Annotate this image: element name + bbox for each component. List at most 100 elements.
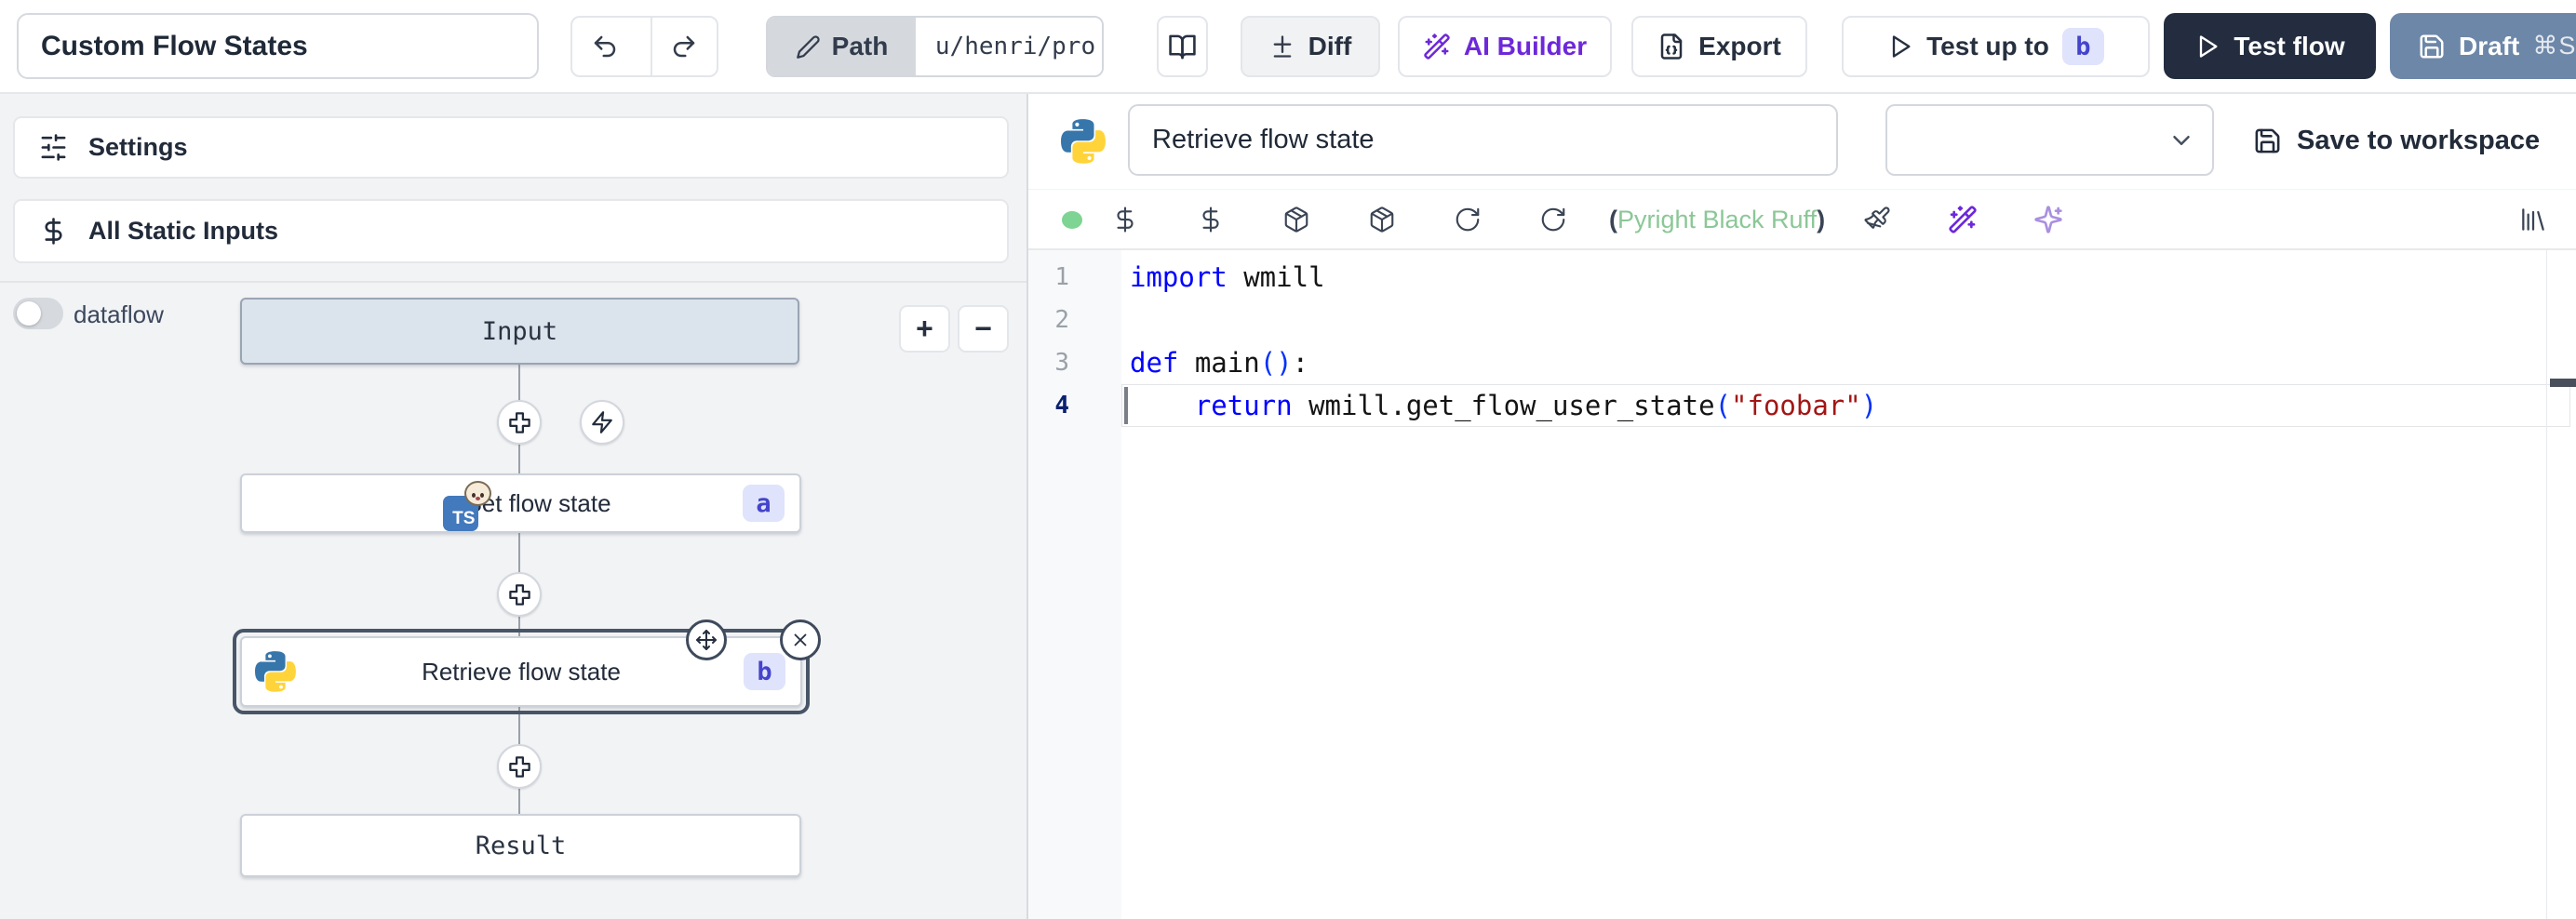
line-number: 2 (1028, 299, 1121, 341)
plus-icon (507, 582, 532, 607)
line-number: 3 (1028, 341, 1121, 384)
diff-button[interactable]: Diff (1241, 16, 1380, 77)
resources-button[interactable] (1168, 206, 1254, 233)
overview-ruler-cursor-marker (2550, 379, 2576, 387)
insert-step-button[interactable] (497, 744, 542, 789)
path-group: Path u/henri/pro (766, 16, 1104, 77)
chevron-down-icon (2167, 127, 2195, 154)
test-flow-button[interactable]: Test flow (2164, 13, 2376, 79)
save-to-workspace-label: Save to workspace (2297, 126, 2540, 156)
bun-icon (464, 481, 491, 506)
graph-zoom-out-button[interactable]: − (958, 305, 1009, 353)
reload-button[interactable] (1425, 206, 1510, 233)
editor-toolbar: (Pyright Black Ruff) (1028, 190, 2576, 249)
sliders-icon (39, 133, 68, 162)
pencil-icon (796, 34, 821, 60)
current-line-highlight (1121, 384, 2570, 427)
code-line[interactable]: import wmill (1121, 256, 2576, 299)
line-number: 1 (1028, 256, 1121, 299)
node-label: Retrieve flow state (422, 658, 621, 686)
test-flow-label: Test flow (2234, 32, 2344, 61)
flow-node-input[interactable]: Input (240, 298, 799, 365)
ai-sparkles-button[interactable] (2006, 205, 2091, 234)
docs-button[interactable] (1157, 16, 1208, 77)
flow-editor-app: Path u/henri/pro Diff AI Builder (0, 0, 2576, 919)
toggle-knob (17, 301, 41, 326)
dataflow-label: dataflow (74, 300, 164, 329)
draft-shortcut: ⌘S (2532, 32, 2576, 60)
python-icon (255, 651, 296, 692)
path-value[interactable]: u/henri/pro (929, 18, 1102, 75)
step-name-input[interactable] (1128, 104, 1838, 176)
close-icon (790, 630, 811, 650)
step-id-badge: a (743, 485, 785, 522)
code-editor: 1234 import wmilldef main(): return wmil… (1028, 250, 2576, 919)
format-button[interactable] (1834, 206, 1920, 233)
topbar: Path u/henri/pro Diff AI Builder (0, 0, 2576, 94)
edit-path-button[interactable]: Path (768, 18, 916, 75)
package-lock-button[interactable] (1339, 206, 1425, 233)
file-json-icon (1657, 33, 1685, 60)
save-icon (2418, 33, 2446, 60)
export-button[interactable]: Export (1631, 16, 1807, 77)
draft-label: Draft (2459, 32, 2519, 61)
editor-code[interactable]: import wmilldef main(): return wmill.get… (1121, 250, 2576, 919)
settings-row[interactable]: Settings (13, 116, 1009, 179)
variables-button[interactable] (1082, 206, 1168, 233)
draft-button[interactable]: Draft ⌘S (2390, 13, 2576, 79)
step-id-badge: b (744, 653, 785, 690)
export-label: Export (1698, 32, 1781, 61)
zap-icon (590, 410, 614, 434)
wand-sparkles-icon (1423, 33, 1451, 60)
code-line[interactable] (1121, 299, 2576, 341)
flow-node-result[interactable]: Result (240, 814, 801, 877)
book-open-icon (1168, 33, 1197, 61)
undo-button[interactable] (572, 18, 637, 75)
move-icon (695, 629, 718, 651)
code-assistants-label: (Pyright Black Ruff) (1609, 206, 1825, 234)
lsp-status-dot (1062, 211, 1082, 229)
redo-icon (670, 33, 698, 60)
plus-icon (507, 410, 532, 435)
trigger-button[interactable] (580, 400, 624, 445)
package-button[interactable] (1254, 206, 1339, 233)
graph-zoom-in-button[interactable]: + (899, 305, 950, 353)
library-button[interactable] (2518, 205, 2548, 234)
insert-step-button[interactable] (497, 572, 542, 617)
flow-name-input[interactable] (17, 13, 539, 79)
move-step-button[interactable] (686, 619, 727, 660)
python-icon (1061, 119, 1106, 164)
undo-icon (591, 33, 619, 60)
text-cursor (1124, 387, 1128, 424)
script-version-dropdown[interactable] (1885, 104, 2214, 176)
dollar-icon (39, 217, 68, 246)
typescript-bun-icon: TS (443, 496, 478, 531)
dataflow-toggle[interactable] (13, 298, 63, 329)
all-static-inputs-row[interactable]: All Static Inputs (13, 199, 1009, 263)
play-icon (2194, 33, 2220, 60)
code-line[interactable]: def main(): (1121, 341, 2576, 384)
flow-left-panel: Settings All Static Inputs dataflow + − … (0, 94, 1027, 919)
flow-node-set-flow-state[interactable]: TS Set flow state a (240, 473, 801, 533)
reload-assistants-button[interactable] (1510, 206, 1596, 233)
ai-fix-button[interactable] (1920, 205, 2006, 234)
save-to-workspace-button[interactable]: Save to workspace (2247, 116, 2545, 165)
line-number: 4 (1028, 384, 1121, 427)
redo-button[interactable] (651, 18, 718, 75)
ai-builder-label: AI Builder (1464, 32, 1587, 61)
test-up-to-button[interactable]: Test up to b (1842, 16, 2150, 77)
plus-icon (507, 754, 532, 779)
diff-label: Diff (1308, 32, 1352, 61)
insert-step-button[interactable] (497, 400, 542, 445)
main-area: Settings All Static Inputs dataflow + − … (0, 94, 2576, 919)
all-static-inputs-label: All Static Inputs (88, 217, 278, 246)
path-label: Path (832, 32, 889, 61)
test-up-to-step-badge: b (2062, 28, 2104, 65)
save-icon (2253, 127, 2282, 155)
play-icon (1887, 33, 1913, 60)
undo-redo-group (570, 16, 718, 77)
overview-ruler[interactable] (2546, 250, 2547, 919)
ai-builder-button[interactable]: AI Builder (1398, 16, 1612, 77)
delete-step-button[interactable] (780, 619, 821, 660)
diff-icon (1269, 33, 1295, 60)
